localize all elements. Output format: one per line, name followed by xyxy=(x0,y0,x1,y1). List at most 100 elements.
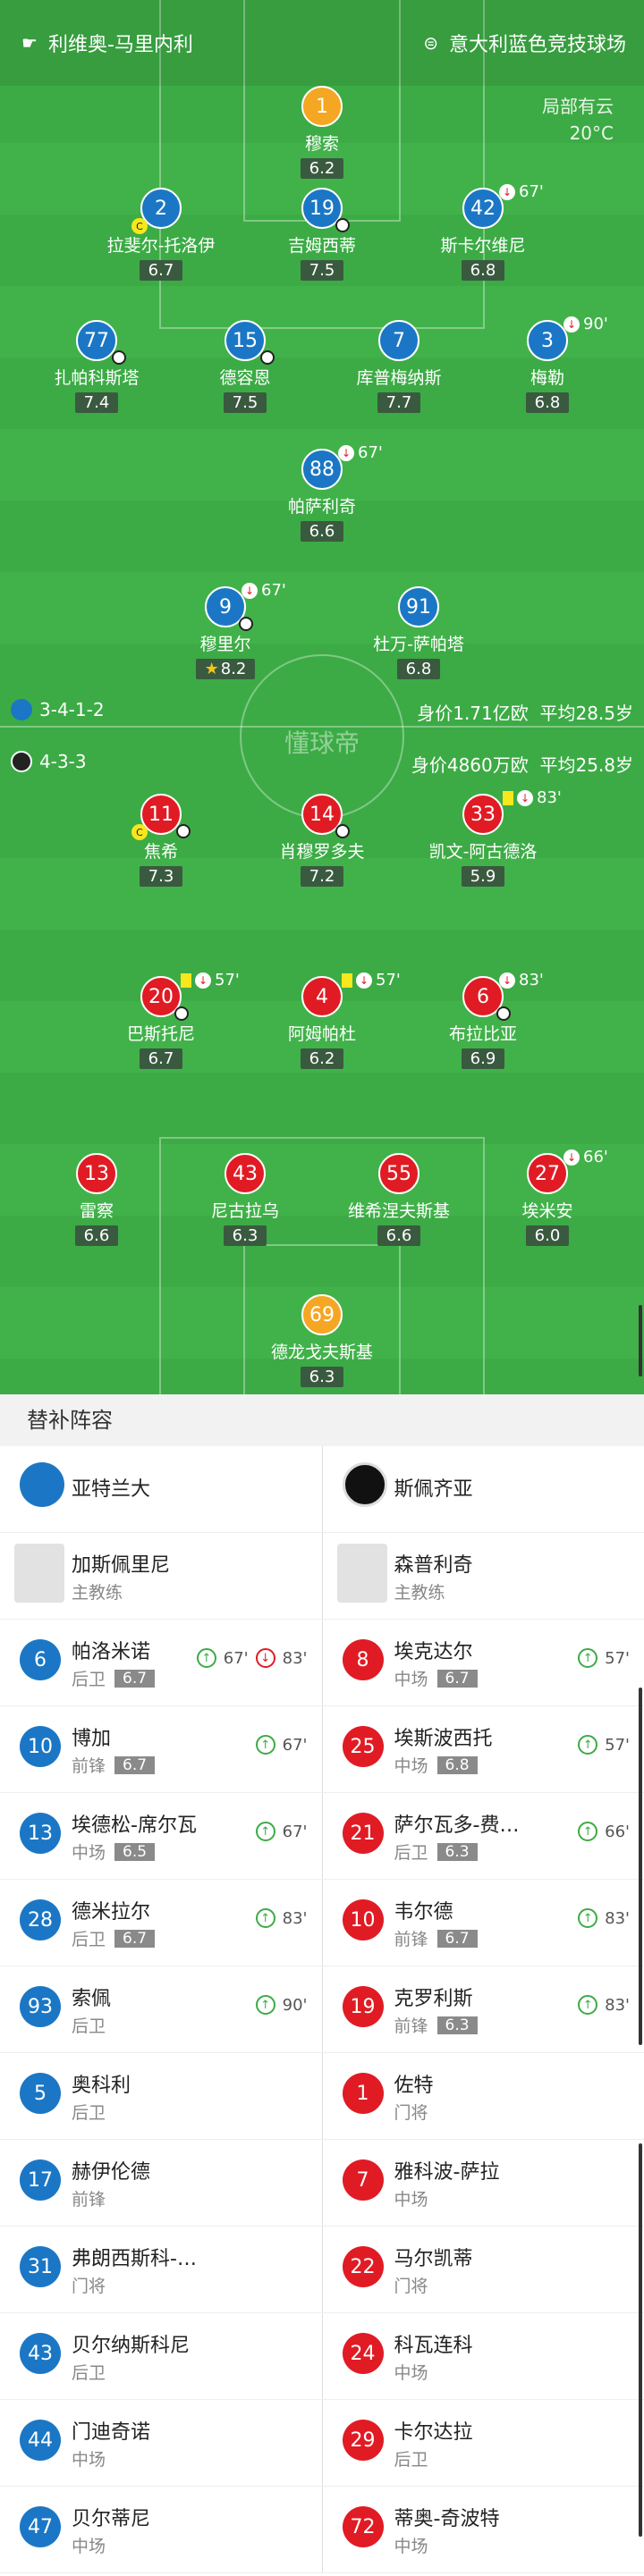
away-team-cell[interactable]: 斯佩齐亚 xyxy=(323,1446,644,1532)
away-player[interactable]: 20 ↓ 57' 巴斯托尼 6.7 xyxy=(80,971,242,1069)
player-number: 31 xyxy=(20,2246,61,2287)
away-sub-player[interactable]: 72 蒂奥-奇波特 中场 xyxy=(323,2487,644,2572)
away-player[interactable]: 11 C 焦希 7.3 xyxy=(80,794,242,887)
player-position: 后卫 xyxy=(394,1843,428,1863)
home-team-cell[interactable]: 亚特兰大 xyxy=(0,1446,323,1532)
sub-in-minute: 66' xyxy=(605,1822,630,1841)
player-position: 中场 xyxy=(394,2537,428,2556)
home-team-logo xyxy=(20,1462,64,1507)
ball-icon xyxy=(174,1006,189,1021)
away-player[interactable]: 4 ↓ 57' 阿姆帕杜 6.2 xyxy=(242,971,402,1069)
home-player[interactable]: 2 C 拉斐尔-托洛伊 6.7 xyxy=(80,188,242,281)
match-header: ☛ 利维奥-马里内利 ⊜ 意大利蓝色竞技球场 xyxy=(0,0,644,86)
away-player[interactable]: 13 雷察 6.6 xyxy=(16,1153,177,1246)
sub-events: ↑ 67' xyxy=(255,1822,308,1841)
home-sub-player[interactable]: 13 埃德松-席尔瓦 中场 6.5 ↑ 67' xyxy=(0,1793,323,1879)
pitch: ☛ 利维奥-马里内利 ⊜ 意大利蓝色竞技球场 局部有云 20°C 1 穆索 6.… xyxy=(0,0,644,1394)
home-sub-player[interactable]: 5 奥科利 后卫 xyxy=(0,2053,323,2139)
away-sub-player[interactable]: 24 科瓦连科 中场 xyxy=(323,2313,644,2399)
player-rating: 6.8 xyxy=(436,1755,478,1774)
away-player[interactable]: 6 ↓ 83' 布拉比亚 6.9 xyxy=(402,971,564,1069)
sub-badge: ↓ 57' xyxy=(181,971,240,989)
home-player[interactable]: 9 ↓ 67' 穆里尔 ★ 8.2 xyxy=(145,581,306,679)
player-position-row: 后卫 xyxy=(72,2360,106,2384)
away-player[interactable]: 55 维希涅夫斯基 6.6 xyxy=(318,1153,479,1246)
player-position: 门将 xyxy=(394,2103,428,2123)
home-player[interactable]: 77 扎帕科斯塔 7.4 xyxy=(16,320,177,413)
player-name: 肖穆罗多夫 xyxy=(279,842,365,862)
sub-out-icon: ↓ xyxy=(242,582,258,599)
scrollbar[interactable] xyxy=(639,2143,642,2537)
home-player[interactable]: 88 ↓ 67' 帕萨利奇 6.6 xyxy=(242,443,402,542)
player-rating: 6.3 xyxy=(436,2016,478,2034)
away-player[interactable]: 14 肖穆罗多夫 7.2 xyxy=(242,794,402,887)
home-sub-player[interactable]: 44 门迪奇诺 中场 xyxy=(0,2400,323,2486)
sub-badge: ↓ 57' xyxy=(342,971,401,989)
player-position: 中场 xyxy=(72,2537,106,2556)
home-sub-player[interactable]: 28 德米拉尔 后卫 6.7 ↑ 83' xyxy=(0,1880,323,1966)
home-sub-player[interactable]: 93 索佩 后卫 ↑ 90' xyxy=(0,1966,323,2052)
home-sub-player[interactable]: 43 贝尔纳斯科尼 后卫 xyxy=(0,2313,323,2399)
home-sub-player[interactable]: 47 贝尔蒂尼 中场 xyxy=(0,2487,323,2572)
home-coach[interactable]: 加斯佩里尼 主教练 xyxy=(0,1533,323,1619)
player-name: 焦希 xyxy=(143,842,178,862)
home-sub-player[interactable]: 17 赫伊伦德 前锋 xyxy=(0,2140,323,2226)
home-player[interactable]: 3 ↓ 90' 梅勒 6.8 xyxy=(467,315,628,413)
home-sub-player[interactable]: 6 帕洛米诺 后卫 6.7 ↑ 67' ↓ 83' xyxy=(0,1620,323,1705)
sub-events: ↑ 66' xyxy=(578,1822,630,1841)
player-position: 中场 xyxy=(394,1756,428,1776)
player-position-row: 中场 xyxy=(394,2533,428,2557)
player-rating: 7.5 xyxy=(300,260,344,281)
player-name: 帕洛米诺 xyxy=(72,1641,151,1663)
player-rating: 7.2 xyxy=(300,866,344,887)
player-rating: 6.7 xyxy=(114,1929,156,1948)
sub-minute: 66' xyxy=(583,1148,608,1166)
sub-in-minute: 83' xyxy=(282,1908,308,1928)
away-player[interactable]: 69 德龙戈夫斯基 6.3 xyxy=(242,1294,402,1387)
away-sub-player[interactable]: 19 克罗利斯 前锋 6.3 ↑ 83' xyxy=(323,1966,644,2052)
sub-in-icon: ↑ xyxy=(578,1822,598,1841)
sub-out-icon: ↓ xyxy=(517,789,533,806)
home-sub-player[interactable]: 10 博加 前锋 6.7 ↑ 67' xyxy=(0,1706,323,1792)
away-player[interactable]: 33 ↓ 83' 凯文-阿古德洛 5.9 xyxy=(402,788,564,887)
player-rating: 6.0 xyxy=(525,1225,570,1246)
away-player[interactable]: 43 尼古拉乌 6.3 xyxy=(165,1153,326,1246)
sub-in-icon: ↑ xyxy=(255,1908,275,1928)
sub-out-icon: ↓ xyxy=(564,316,580,333)
sub-in-icon: ↑ xyxy=(578,1908,598,1928)
player-rating: 6.3 xyxy=(436,1842,478,1861)
sub-in-minute: 57' xyxy=(605,1648,630,1668)
away-sub-player[interactable]: 29 卡尔达拉 后卫 xyxy=(323,2400,644,2486)
away-sub-player[interactable]: 21 萨尔瓦多-费… 后卫 6.3 ↑ 66' xyxy=(323,1793,644,1879)
away-sub-player[interactable]: 1 佐特 门将 xyxy=(323,2053,644,2139)
sub-in-icon: ↑ xyxy=(255,1995,275,2015)
player-position: 前锋 xyxy=(394,1930,428,1949)
away-sub-player[interactable]: 25 埃斯波西托 中场 6.8 ↑ 57' xyxy=(323,1706,644,1792)
ball-icon xyxy=(335,218,350,232)
sub-out-icon: ↓ xyxy=(564,1149,580,1166)
away-coach[interactable]: 森普利奇 主教练 xyxy=(323,1533,644,1619)
player-number: 29 xyxy=(342,2420,384,2461)
home-player[interactable]: 15 德容恩 7.5 xyxy=(165,320,326,413)
player-name: 库普梅纳斯 xyxy=(356,368,442,388)
home-player[interactable]: 91 杜万-萨帕塔 6.8 xyxy=(338,586,499,679)
sub-events: ↑ 57' xyxy=(578,1735,630,1755)
home-player[interactable]: 7 库普梅纳斯 7.7 xyxy=(318,320,479,413)
scrollbar[interactable] xyxy=(639,1688,642,2045)
player-position-row: 门将 xyxy=(394,2273,428,2297)
player-position-row: 中场 xyxy=(72,2446,106,2471)
home-player[interactable]: 42 ↓ 67' 斯卡尔维尼 6.8 xyxy=(402,182,564,281)
away-sub-player[interactable]: 7 雅科波-萨拉 中场 xyxy=(323,2140,644,2226)
away-sub-player[interactable]: 8 埃克达尔 中场 6.7 ↑ 57' xyxy=(323,1620,644,1705)
home-player[interactable]: 19 吉姆西蒂 7.5 xyxy=(242,188,402,281)
away-player[interactable]: 27 ↓ 66' 埃米安 6.0 xyxy=(467,1148,628,1246)
sub-row: 10 博加 前锋 6.7 ↑ 67' 25 埃斯波西托 中场 6.8 ↑ 57' xyxy=(0,1706,644,1793)
player-number: 7 xyxy=(378,320,419,361)
home-sub-player[interactable]: 31 弗朗西斯科-… 门将 xyxy=(0,2227,323,2312)
away-sub-player[interactable]: 10 韦尔德 前锋 6.7 ↑ 83' xyxy=(323,1880,644,1966)
home-player[interactable]: 1 穆索 6.2 xyxy=(242,86,402,179)
ball-icon xyxy=(112,350,126,365)
scrollbar[interactable] xyxy=(639,1305,642,1376)
sub-out-icon: ↓ xyxy=(255,1648,275,1668)
away-sub-player[interactable]: 22 马尔凯蒂 门将 xyxy=(323,2227,644,2312)
